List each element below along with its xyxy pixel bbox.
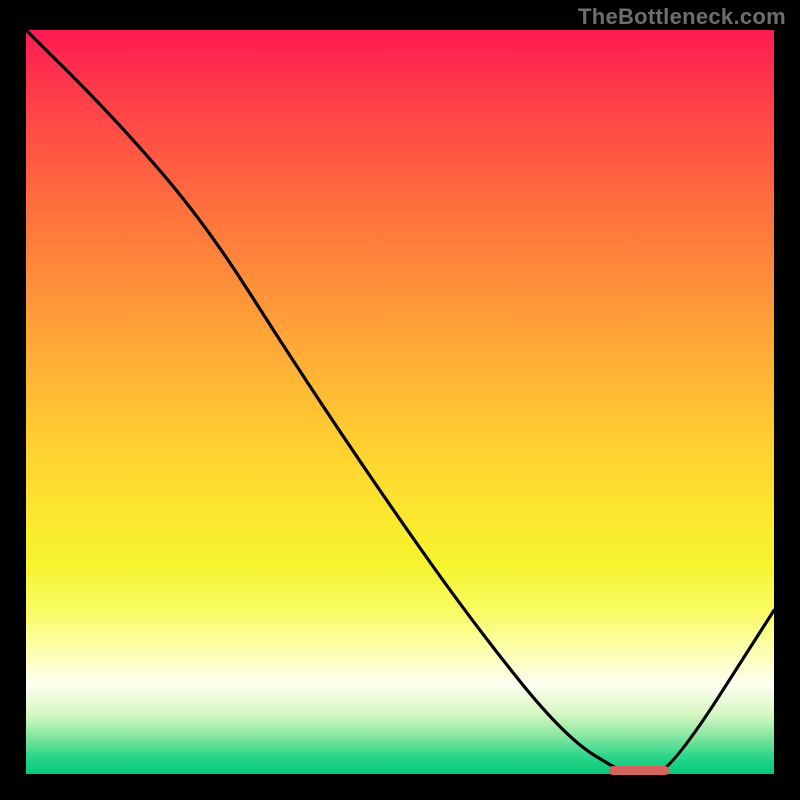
bottleneck-curve-path — [26, 30, 774, 774]
plot-area — [26, 30, 774, 774]
bottleneck-curve-svg — [26, 30, 774, 774]
attribution-label: TheBottleneck.com — [578, 4, 786, 30]
chart-stage: TheBottleneck.com — [0, 0, 800, 800]
optimal-range-marker — [609, 766, 669, 775]
